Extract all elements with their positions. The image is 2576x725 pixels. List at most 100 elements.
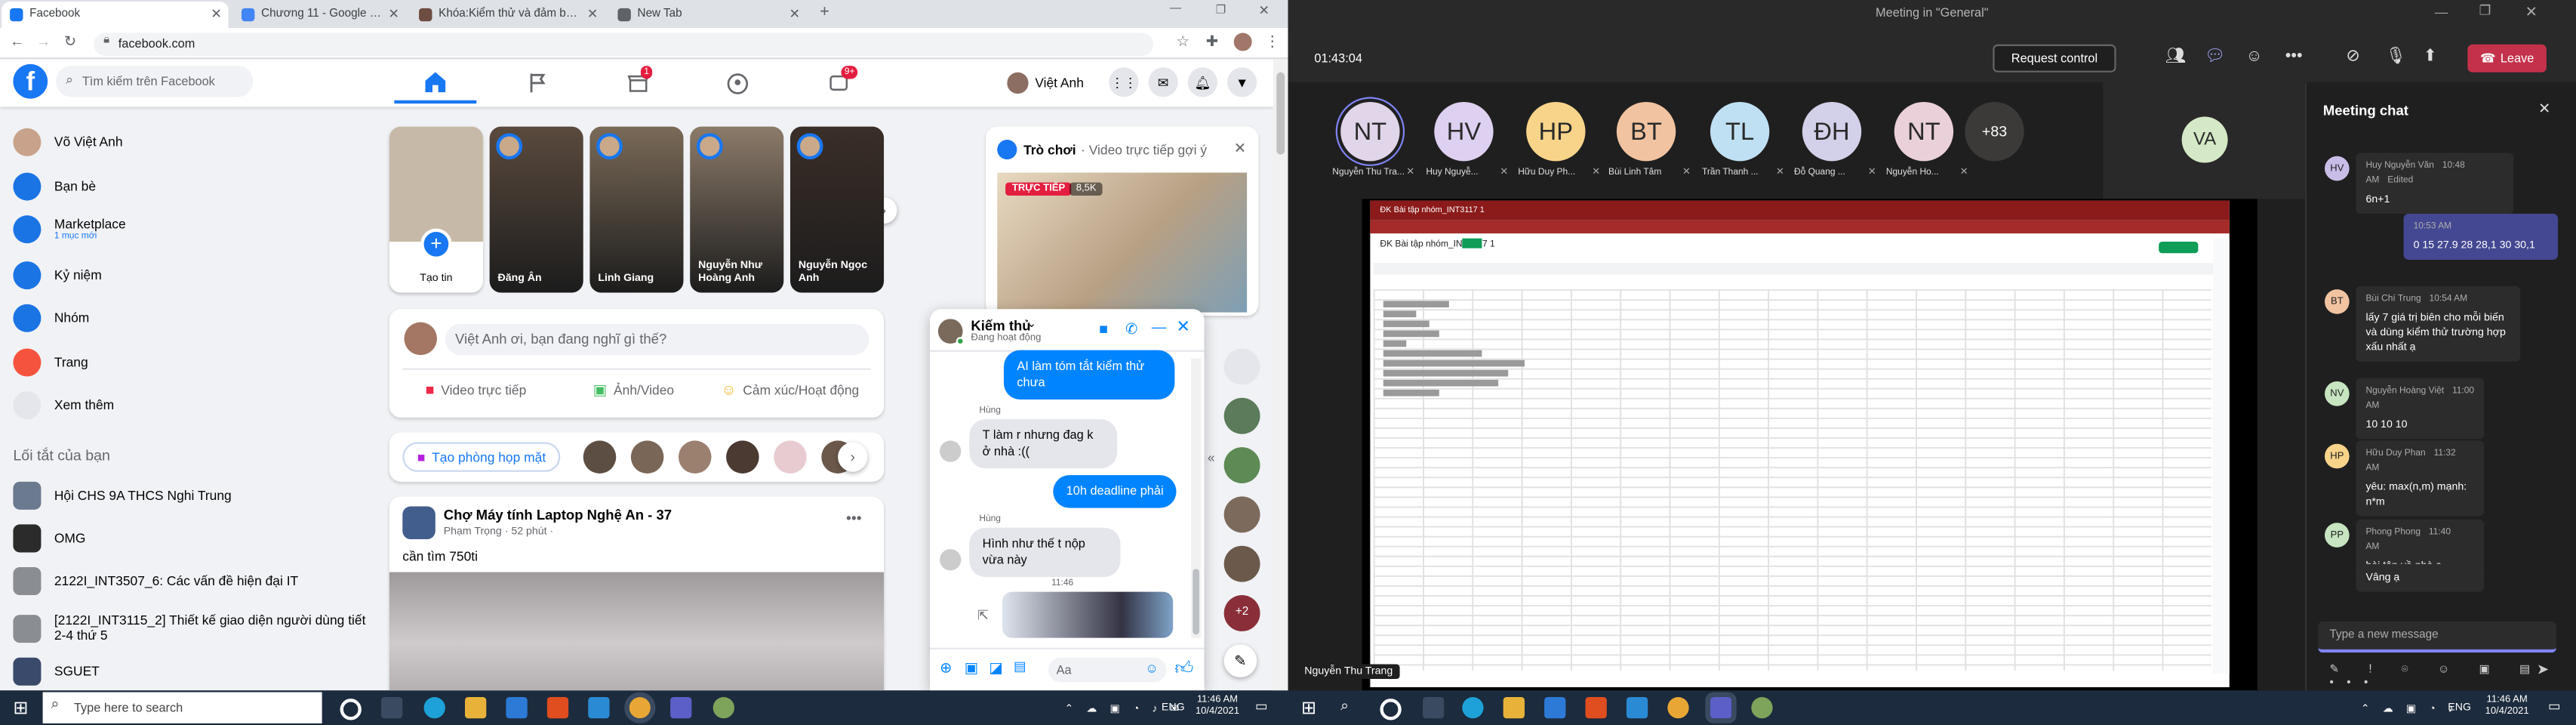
- mail-icon[interactable]: [1544, 697, 1566, 719]
- create-room-button[interactable]: ■ Tạo phòng họp mặt: [402, 442, 561, 472]
- notification-center-icon[interactable]: ▭: [1255, 699, 1267, 714]
- contact-head[interactable]: [1223, 545, 1260, 582]
- sidebar-item[interactable]: Bạn bè: [13, 166, 96, 205]
- contact-head[interactable]: [1223, 397, 1260, 434]
- participant-avatar[interactable]: NT: [1340, 101, 1400, 162]
- composer-input[interactable]: Việt Anh ơi, bạn đang nghĩ gì thế?: [445, 323, 869, 356]
- notifications-bell-icon[interactable]: 🔔︎: [1187, 67, 1217, 97]
- clock[interactable]: 11:46 AM 10/4/2021: [1188, 696, 1247, 718]
- tab-close-icon[interactable]: ✕: [587, 2, 599, 28]
- avatar[interactable]: [678, 440, 712, 474]
- sidebar-item[interactable]: Trang: [13, 342, 88, 381]
- leave-button[interactable]: ☎ Leave: [2467, 44, 2547, 72]
- app-icon[interactable]: [1751, 697, 1773, 719]
- language-indicator[interactable]: ENG: [1162, 702, 1185, 714]
- participant-avatar[interactable]: NT: [1894, 101, 1954, 162]
- teams-icon[interactable]: [670, 697, 692, 719]
- participant-avatar[interactable]: HP: [1526, 101, 1586, 162]
- plus-icon[interactable]: ⊕: [940, 659, 952, 677]
- windows-start-icon[interactable]: ⊞: [1301, 697, 1316, 718]
- camera-off-icon[interactable]: ⊘: [2346, 48, 2359, 66]
- window-minimize-icon[interactable]: —: [1170, 3, 1181, 14]
- mic-off-icon[interactable]: 🎙︎: [2386, 48, 2407, 66]
- group-avatar[interactable]: [402, 506, 435, 540]
- shortcut-item[interactable]: [2122I_INT3115_2] Thiết kế giao diện ngư…: [13, 605, 377, 651]
- window-maximize-icon[interactable]: ❐: [2479, 3, 2491, 18]
- language-indicator[interactable]: ENG: [2448, 702, 2471, 714]
- more-participants[interactable]: +83: [1965, 101, 2024, 162]
- bookmark-star-icon[interactable]: ☆: [1177, 33, 1190, 51]
- taskbar-search[interactable]: Type here to search: [42, 692, 322, 723]
- participant-avatar[interactable]: BT: [1616, 101, 1676, 162]
- share-icon[interactable]: ⇱: [977, 608, 989, 623]
- phone-icon[interactable]: ✆: [1125, 320, 1137, 338]
- avatar[interactable]: [726, 440, 759, 474]
- contact-head[interactable]: [1223, 496, 1260, 533]
- edge-icon[interactable]: [1462, 697, 1484, 719]
- send-icon[interactable]: ➤: [2537, 661, 2549, 679]
- forward-icon[interactable]: →: [36, 33, 51, 50]
- window-maximize-icon[interactable]: ❐: [1216, 3, 1226, 17]
- avatar[interactable]: [583, 440, 617, 474]
- post-author[interactable]: Chợ Máy tính Laptop Nghệ An - 37: [444, 506, 672, 523]
- lock-icon[interactable]: 🔒︎: [103, 35, 109, 48]
- scrollbar-thumb[interactable]: [1276, 72, 1285, 155]
- like-icon[interactable]: 👍︎: [1174, 658, 1193, 679]
- back-icon[interactable]: ←: [10, 33, 25, 50]
- nav-gaming[interactable]: 9+: [797, 63, 879, 103]
- taskview-icon[interactable]: [380, 697, 403, 719]
- nav-pages[interactable]: [496, 63, 578, 103]
- sidebar-item[interactable]: Xem thêm: [13, 384, 114, 424]
- office-icon[interactable]: [1585, 697, 1607, 719]
- shortcut-item[interactable]: Hội CHS 9A THCS Nghi Trung: [13, 475, 377, 514]
- live-video-button[interactable]: ■ Video trực tiếp: [426, 381, 527, 398]
- participants-icon[interactable]: 👥︎: [2165, 48, 2187, 66]
- create-story-card[interactable]: + Tạo tin: [389, 126, 483, 293]
- chat-name[interactable]: Kiếm thủ: [971, 317, 1030, 334]
- chat-scrollbar-thumb[interactable]: [1193, 569, 1199, 635]
- file-explorer-icon[interactable]: [465, 697, 487, 719]
- tab-close-icon[interactable]: ✕: [388, 2, 399, 28]
- photo-video-button[interactable]: ▣ Ảnh/Video: [593, 381, 674, 400]
- sidebar-item[interactable]: Võ Việt Anh: [13, 122, 123, 161]
- shortcut-item[interactable]: 2122I_INT3507_6: Các vấn đề hiện đại IT: [13, 560, 377, 600]
- share-screen-icon[interactable]: ⬆: [2424, 48, 2437, 66]
- shortcut-item[interactable]: OMG: [13, 518, 377, 557]
- shortcut-item[interactable]: SGUET: [13, 651, 377, 690]
- window-close-icon[interactable]: ✕: [2525, 3, 2538, 21]
- more-contacts[interactable]: +2: [1223, 595, 1260, 631]
- reload-icon[interactable]: ↻: [64, 33, 76, 51]
- request-control-button[interactable]: Request control: [1993, 44, 2116, 72]
- browser-tab[interactable]: New Tab ✕: [610, 2, 807, 28]
- story-card[interactable]: Đăng Ân: [489, 126, 583, 293]
- post-more-icon[interactable]: •••: [846, 510, 862, 526]
- rooms-next-button[interactable]: ›: [838, 442, 868, 472]
- cortana-icon[interactable]: [340, 699, 362, 720]
- contact-head[interactable]: [1223, 447, 1260, 484]
- nav-marketplace[interactable]: 1: [596, 63, 679, 103]
- sidebar-item[interactable]: Kỷ niệm: [13, 255, 102, 294]
- participant-avatar[interactable]: ĐH: [1802, 101, 1862, 162]
- teams-icon[interactable]: [1705, 692, 1737, 723]
- vscode-icon[interactable]: [1626, 697, 1648, 719]
- more-options-icon[interactable]: •••: [2285, 48, 2303, 66]
- participant-avatar[interactable]: HV: [1434, 101, 1494, 162]
- close-icon[interactable]: ✕: [1234, 140, 1246, 158]
- participant-avatar[interactable]: TL: [1710, 101, 1770, 162]
- feeling-button[interactable]: ☺ Cảm xúc/Hoạt động: [722, 381, 860, 398]
- chrome-icon[interactable]: [624, 692, 656, 723]
- contact-head[interactable]: [1223, 348, 1260, 385]
- sidebar-item[interactable]: Marketplace 1 mục mới: [13, 208, 126, 248]
- window-minimize-icon[interactable]: —: [2435, 5, 2448, 20]
- edge-icon[interactable]: [423, 697, 445, 719]
- mail-icon[interactable]: [506, 697, 528, 719]
- sticker-icon[interactable]: ◪: [989, 659, 1003, 677]
- taskview-icon[interactable]: [1423, 697, 1445, 719]
- nav-home[interactable]: [394, 63, 477, 104]
- avatar[interactable]: [630, 440, 664, 474]
- omnibox[interactable]: facebook.com: [94, 32, 1154, 57]
- profile-avatar[interactable]: [1233, 32, 1252, 51]
- extensions-icon[interactable]: ✚: [1206, 33, 1218, 51]
- post-image[interactable]: [389, 572, 885, 691]
- close-icon[interactable]: ✕: [2538, 100, 2550, 119]
